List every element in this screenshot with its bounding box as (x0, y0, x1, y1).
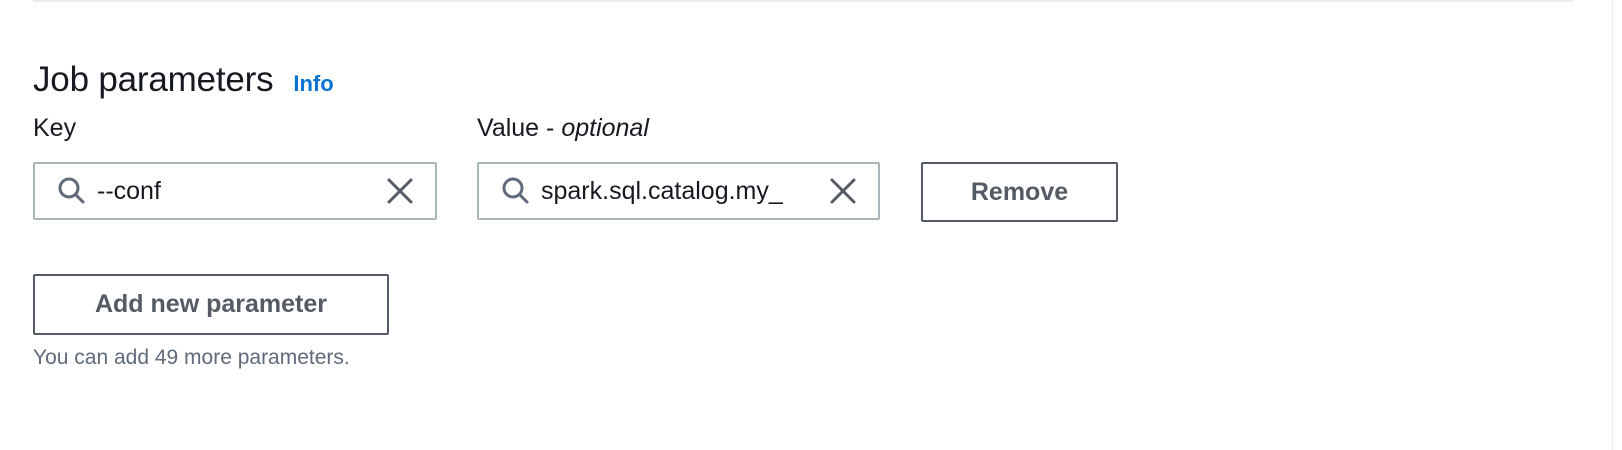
value-label-optional: optional (561, 114, 649, 142)
remove-button[interactable]: Remove (921, 162, 1118, 222)
panel-edge (1612, 0, 1613, 450)
parameters-remaining-hint: You can add 49 more parameters. (33, 346, 350, 369)
value-label-main: Value - (477, 114, 562, 142)
value-input-container (477, 162, 880, 220)
key-input[interactable] (89, 164, 383, 218)
close-icon[interactable] (383, 174, 417, 208)
add-parameter-button[interactable]: Add new parameter (33, 274, 389, 335)
close-icon[interactable] (826, 174, 860, 208)
job-parameters-page: Job parameters Info Key Value - optional (0, 0, 1622, 450)
value-label: Value - optional (477, 114, 649, 143)
value-input[interactable] (533, 164, 826, 218)
key-input-container (33, 162, 437, 220)
search-icon (499, 174, 533, 208)
key-label: Key (33, 114, 77, 142)
section-title: Job parameters (33, 60, 274, 99)
search-icon (55, 174, 89, 208)
section-divider (33, 0, 1573, 3)
section-header: Job parameters Info (33, 60, 334, 100)
info-link[interactable]: Info (293, 71, 333, 97)
